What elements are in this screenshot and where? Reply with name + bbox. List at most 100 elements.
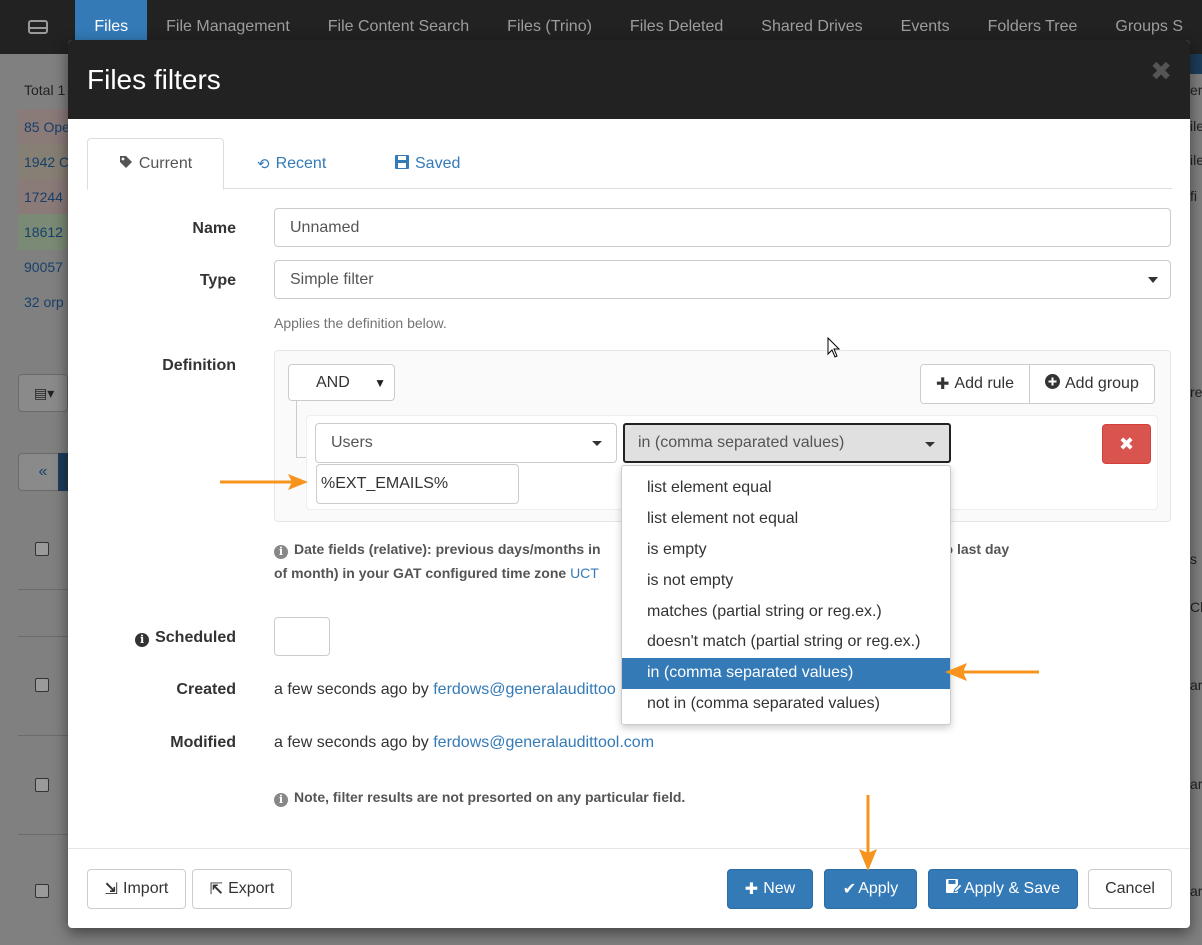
row-checkbox[interactable] <box>35 778 49 792</box>
row-checkbox[interactable] <box>35 884 49 898</box>
annotation-arrow-right-icon <box>220 474 308 490</box>
date-note-line1: Date fields (relative): previous days/mo… <box>294 541 601 557</box>
import-icon: ⇲ <box>104 881 119 898</box>
check-icon: ✔ <box>842 881 857 898</box>
name-label: Name <box>192 220 236 237</box>
total-label: Total 1 <box>24 82 66 98</box>
import-label: Import <box>123 880 169 897</box>
new-button[interactable]: ✚ New <box>727 869 813 909</box>
operator-option-selected[interactable]: in (comma separated values) <box>622 657 950 689</box>
rule-field-select[interactable]: Users <box>315 423 617 463</box>
sort-note-text: Note, filter results are not presorted o… <box>294 789 686 805</box>
operator-option[interactable]: matches (partial string or reg.ex.) <box>622 596 950 627</box>
tree-connector <box>296 401 297 457</box>
import-button[interactable]: ⇲ Import <box>87 869 186 909</box>
type-select-value: Simple filter <box>290 270 374 288</box>
add-rule-button[interactable]: ✚ Add rule <box>921 365 1029 403</box>
bg-cell: ile <box>1190 118 1202 134</box>
row-checkbox[interactable] <box>35 542 49 556</box>
tab-recent-label: Recent <box>275 154 327 172</box>
bg-cell: s <box>1190 551 1197 567</box>
timezone-link[interactable]: UCT <box>570 565 599 581</box>
tab-recent[interactable]: ⟲ Recent <box>242 138 341 189</box>
plus-circle-icon <box>1045 374 1060 394</box>
tab-current-label: Current <box>138 155 193 172</box>
apply-label: Apply <box>858 880 899 897</box>
close-icon[interactable]: ✖ <box>1150 58 1172 84</box>
operator-option[interactable]: is empty <box>622 535 950 566</box>
created-user-link[interactable]: ferdows@generalaudittoo <box>433 681 616 698</box>
name-input[interactable]: Unnamed <box>274 208 1171 247</box>
bg-cell: ar <box>1190 883 1202 899</box>
delete-rule-button[interactable]: ✖ <box>1102 424 1151 464</box>
rule-operator-select[interactable]: in (comma separated values) <box>623 423 951 463</box>
operator-dropdown-list: list element equal list element not equa… <box>621 465 951 725</box>
chevron-down-icon: ▼ <box>374 376 386 390</box>
floppy-icon <box>395 154 409 173</box>
bg-cell: ar <box>1190 776 1202 792</box>
tab-current[interactable]: Current <box>87 138 224 190</box>
bg-cell: ers <box>1190 82 1202 98</box>
type-label: Type <box>199 272 236 289</box>
add-group-label: Add group <box>1065 375 1139 392</box>
operator-option[interactable]: list element equal <box>622 473 950 504</box>
combinator-value: AND <box>316 373 350 391</box>
type-help-text: Applies the definition below. <box>274 315 447 331</box>
export-button[interactable]: ⇱ Export <box>192 869 292 909</box>
modal-footer: ⇲ Import ⇱ Export ✚ New ✔ Apply Apply & … <box>68 848 1190 928</box>
modified-label: Modified <box>170 734 236 751</box>
type-select[interactable]: Simple filter <box>274 260 1171 299</box>
created-text: a few seconds ago by <box>274 681 429 698</box>
modified-user-link[interactable]: ferdows@generalaudittool.com <box>433 734 654 751</box>
bg-cell: re <box>1190 384 1202 400</box>
close-icon: ✖ <box>1118 433 1135 454</box>
history-icon: ⟲ <box>257 155 270 173</box>
pager-active <box>58 453 68 491</box>
export-menu-button[interactable]: ▤▾ <box>18 374 68 412</box>
operator-option[interactable]: is not empty <box>622 565 950 596</box>
info-icon: i <box>274 545 288 559</box>
cancel-button[interactable]: Cancel <box>1088 869 1172 909</box>
apply-button[interactable]: ✔ Apply <box>824 869 917 909</box>
bg-cell: fi <box>1190 188 1197 204</box>
annotation-arrow-left-icon <box>945 663 1039 681</box>
document-icon: ▤▾ <box>34 385 55 401</box>
info-icon: i <box>274 793 288 807</box>
created-info: a few seconds ago by ferdows@generalaudi… <box>274 681 616 699</box>
tag-icon <box>119 155 133 173</box>
new-label: New <box>763 880 796 897</box>
caret-down-icon <box>592 441 602 446</box>
export-icon: ⇱ <box>209 881 224 898</box>
bg-cell: Cl <box>1190 599 1202 615</box>
scheduled-checkbox[interactable] <box>274 617 330 656</box>
created-label: Created <box>176 681 236 698</box>
rule-field-value: Users <box>331 434 373 451</box>
caret-down-icon <box>925 442 935 447</box>
tab-saved[interactable]: Saved <box>380 138 475 189</box>
bg-cell: ar <box>1190 677 1202 693</box>
operator-option[interactable]: doesn't match (partial string or reg.ex.… <box>622 627 950 658</box>
row-divider <box>18 735 68 736</box>
annotation-arrow-down-icon <box>859 795 877 871</box>
combinator-select[interactable]: AND ▼ <box>288 364 395 401</box>
info-icon: i <box>135 632 150 647</box>
scheduled-label: i Scheduled <box>135 629 236 647</box>
row-divider <box>18 834 68 835</box>
scheduled-label-text: Scheduled <box>155 629 236 646</box>
operator-option[interactable]: list element not equal <box>622 504 950 535</box>
rule-button-group: ✚ Add rule Add group <box>920 364 1155 404</box>
plus-icon: ✚ <box>744 881 759 898</box>
add-group-button[interactable]: Add group <box>1029 365 1154 403</box>
rule-value-input[interactable]: %EXT_EMAILS% <box>316 464 519 504</box>
export-label: Export <box>228 880 275 897</box>
tab-saved-label: Saved <box>415 154 461 172</box>
row-checkbox[interactable] <box>35 678 49 692</box>
mouse-cursor-icon <box>827 337 841 358</box>
operator-option[interactable]: not in (comma separated values) <box>622 689 950 720</box>
apply-save-button[interactable]: Apply & Save <box>928 869 1078 909</box>
row-divider <box>18 636 68 637</box>
filter-tabs: Current ⟲ Recent Saved <box>87 138 1172 190</box>
drive-icon[interactable] <box>0 0 75 54</box>
add-rule-label: Add rule <box>954 375 1014 392</box>
plus-icon: ✚ <box>936 376 950 393</box>
